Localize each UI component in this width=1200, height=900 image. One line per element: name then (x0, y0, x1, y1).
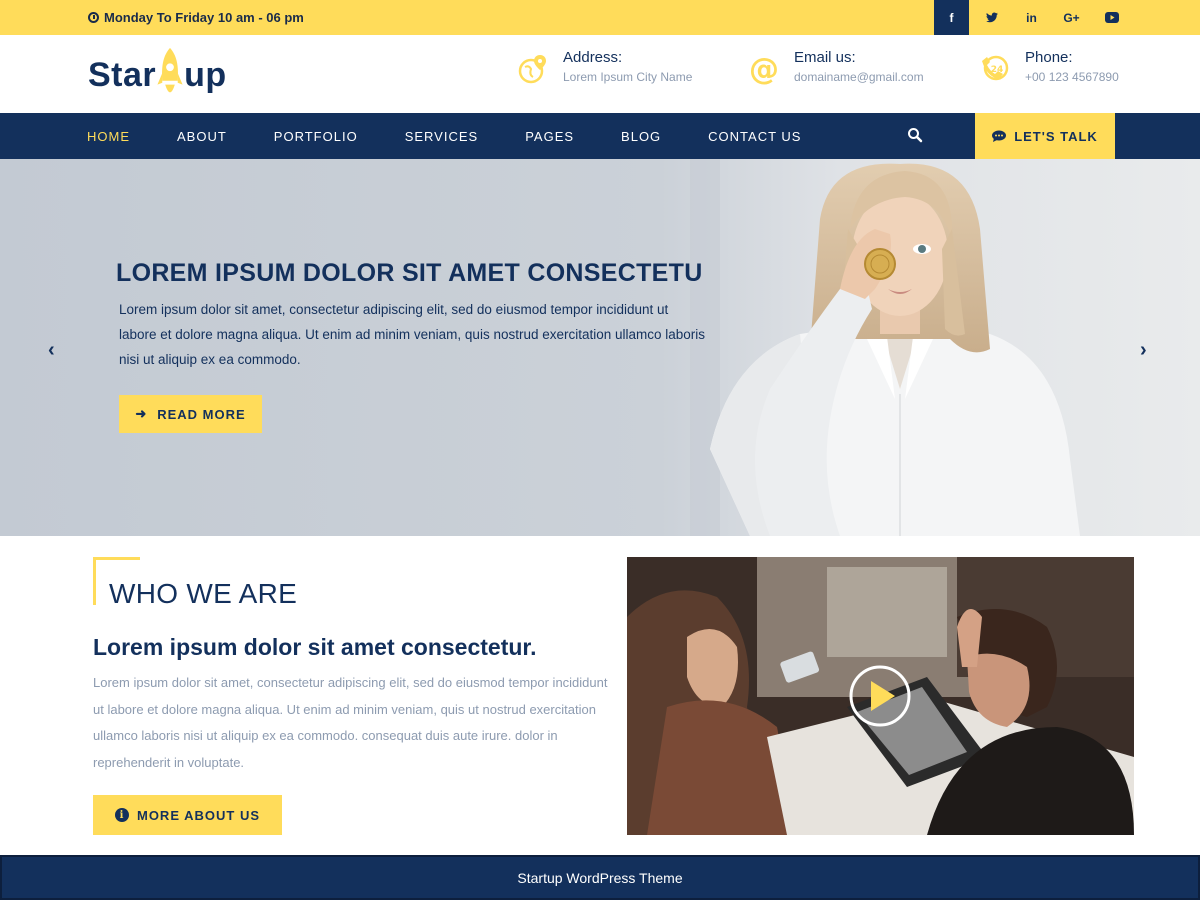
phone-label: Phone: (1025, 49, 1073, 66)
lets-talk-label: LET'S TALK (1014, 128, 1098, 144)
video-thumbnail[interactable] (627, 557, 1134, 835)
twitter-icon[interactable] (974, 0, 1009, 35)
top-bar: Monday To Friday 10 am - 06 pm f in G+ (0, 0, 1200, 35)
clock-icon (88, 12, 99, 23)
address-value: Lorem Ipsum City Name (563, 70, 693, 84)
nav-item-home[interactable]: HOME (87, 113, 130, 162)
arrow-right-icon: ➜ (135, 406, 148, 421)
next-slide-arrow-icon[interactable]: › (1140, 339, 1147, 362)
main-nav: HOME ABOUT PORTFOLIO SERVICES PAGES BLOG… (0, 113, 1200, 162)
svg-text:24: 24 (991, 65, 1004, 75)
google-plus-icon[interactable]: G+ (1054, 0, 1089, 35)
hero-title: LOREM IPSUM DOLOR SIT AMET CONSECTETU (116, 259, 703, 287)
social-links: f in G+ (934, 0, 1134, 35)
nav-item-contact[interactable]: CONTACT US (708, 113, 801, 159)
rocket-icon (157, 47, 183, 93)
nav-item-about[interactable]: ABOUT (177, 113, 227, 159)
more-about-us-label: MORE ABOUT US (136, 807, 261, 823)
email-value[interactable]: domainame@gmail.com (794, 70, 924, 84)
about-subtitle: Lorem ipsum dolor sit amet consectetur. (93, 634, 537, 660)
info-icon: i (114, 808, 129, 822)
address-label: Address: (563, 49, 623, 66)
about-section-title: WHO WE ARE (109, 578, 298, 609)
hero-woman-image (690, 159, 1080, 536)
email-label: Email us: (794, 49, 856, 66)
nav-item-pages[interactable]: PAGES (525, 113, 574, 159)
site-logo[interactable]: Star up (88, 45, 227, 105)
nav-item-blog[interactable]: BLOG (621, 113, 661, 159)
map-pin-icon (518, 55, 546, 84)
facebook-icon[interactable]: f (934, 0, 969, 35)
contact-email: @ Email us: domainame@gmail.com (748, 49, 924, 85)
business-hours: Monday To Friday 10 am - 06 pm (88, 0, 304, 35)
nav-item-portfolio[interactable]: PORTFOLIO (274, 113, 358, 159)
hero-text: Lorem ipsum dolor sit amet, consectetur … (119, 302, 706, 367)
at-sign-icon: @ (749, 53, 779, 85)
more-about-us-button[interactable]: i MORE ABOUT US (93, 795, 282, 835)
linkedin-icon[interactable]: in (1014, 0, 1049, 35)
read-more-button[interactable]: ➜ READ MORE (119, 395, 262, 433)
logo-text-left: Star (88, 55, 157, 94)
phone-24-icon: 24 (982, 55, 1009, 81)
logo-text-right: up (184, 55, 227, 94)
business-hours-text: Monday To Friday 10 am - 06 pm (104, 10, 304, 25)
youtube-icon[interactable] (1094, 0, 1129, 35)
site-footer: Startup WordPress Theme (0, 855, 1200, 900)
chat-icon (992, 130, 1007, 142)
search-icon[interactable] (907, 127, 923, 143)
contact-address: Address: Lorem Ipsum City Name (517, 49, 692, 85)
svg-text:@: @ (749, 53, 779, 85)
nav-item-services[interactable]: SERVICES (405, 113, 479, 159)
lets-talk-button[interactable]: LET'S TALK (975, 113, 1115, 159)
hero-slider: ‹ › LOREM IPSUM DOLOR SIT AMET CONSECTET… (0, 159, 1200, 536)
footer-text: Startup WordPress Theme (517, 869, 683, 886)
contact-phone: 24 Phone: +00 123 4567890 (979, 49, 1119, 85)
about-text: Lorem ipsum dolor sit amet, consectetur … (93, 675, 608, 770)
read-more-label: READ MORE (157, 406, 246, 422)
prev-slide-arrow-icon[interactable]: ‹ (48, 339, 55, 362)
site-header: Star up Address: Lorem Ipsum City Name @… (0, 35, 1200, 113)
phone-value[interactable]: +00 123 4567890 (1025, 70, 1119, 84)
